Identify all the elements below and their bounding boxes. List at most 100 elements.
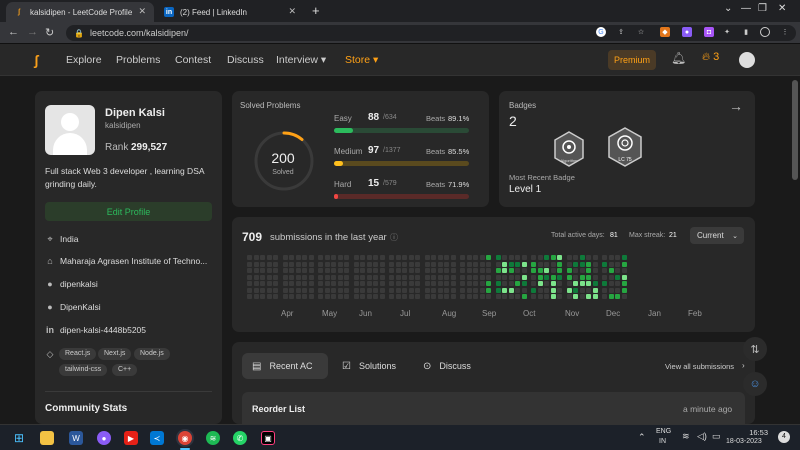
- heatmap-cell[interactable]: [424, 261, 430, 267]
- heatmap-cell[interactable]: [544, 287, 549, 293]
- heatmap-cell[interactable]: [602, 268, 607, 273]
- heatmap-cell[interactable]: [608, 281, 614, 286]
- heatmap-cell[interactable]: [466, 274, 472, 280]
- heatmap-cell[interactable]: [437, 268, 443, 273]
- heatmap-cell[interactable]: [550, 255, 556, 260]
- view-all-submissions-link[interactable]: View all submissions: [665, 362, 734, 371]
- heatmap-cell[interactable]: [466, 294, 472, 299]
- heatmap-cell[interactable]: [344, 268, 349, 273]
- heatmap-cell[interactable]: [395, 255, 401, 260]
- heatmap-cell[interactable]: [592, 294, 598, 299]
- info-icon[interactable]: ⓘ: [390, 232, 398, 243]
- heatmap-cell[interactable]: [450, 268, 456, 273]
- heatmap-cell[interactable]: [579, 294, 585, 299]
- heatmap-cell[interactable]: [379, 274, 385, 280]
- heatmap-cell[interactable]: [408, 255, 414, 260]
- heatmap-cell[interactable]: [424, 294, 430, 299]
- heatmap-cell[interactable]: [295, 261, 301, 267]
- heatmap-cell[interactable]: [260, 281, 265, 286]
- heatmap-cell[interactable]: [592, 261, 598, 267]
- heatmap-cell[interactable]: [537, 268, 543, 273]
- heatmap-cell[interactable]: [344, 281, 349, 286]
- heatmap-cell[interactable]: [373, 281, 378, 286]
- heatmap-cell[interactable]: [353, 281, 359, 286]
- heatmap-cell[interactable]: [253, 255, 259, 260]
- heatmap-cell[interactable]: [360, 274, 365, 280]
- github-link[interactable]: dipenkalsi: [60, 279, 98, 289]
- heatmap-cell[interactable]: [486, 255, 491, 260]
- heatmap-cell[interactable]: [318, 268, 323, 273]
- forward-icon[interactable]: →: [27, 26, 38, 38]
- heatmap-cell[interactable]: [431, 281, 436, 286]
- heatmap-cell[interactable]: [466, 255, 472, 260]
- heatmap-cell[interactable]: [460, 294, 465, 299]
- heatmap-cell[interactable]: [586, 268, 591, 273]
- star-icon[interactable]: ☆: [636, 27, 646, 37]
- heatmap-cell[interactable]: [608, 268, 614, 273]
- heatmap-cell[interactable]: [544, 268, 549, 273]
- heatmap-cell[interactable]: [302, 268, 307, 273]
- heatmap-cell[interactable]: [450, 261, 456, 267]
- heatmap-cell[interactable]: [479, 294, 485, 299]
- heatmap-cell[interactable]: [502, 287, 507, 293]
- heatmap-cell[interactable]: [282, 274, 288, 280]
- file-explorer-icon[interactable]: [40, 431, 54, 445]
- heatmap-cell[interactable]: [550, 294, 556, 299]
- heatmap-cell[interactable]: [402, 268, 407, 273]
- heatmap-cell[interactable]: [479, 281, 485, 286]
- heatmap-cell[interactable]: [295, 274, 301, 280]
- google-icon[interactable]: G: [596, 27, 606, 37]
- heatmap-cell[interactable]: [531, 274, 536, 280]
- spotify-icon[interactable]: ≋: [206, 431, 220, 445]
- heatmap-cell[interactable]: [331, 287, 336, 293]
- clock-time[interactable]: 16:53: [732, 428, 768, 437]
- heatmap-cell[interactable]: [557, 261, 562, 267]
- heatmap-cell[interactable]: [389, 281, 394, 286]
- streak-counter[interactable]: 🔥︎ 3: [702, 51, 719, 64]
- heatmap-cell[interactable]: [557, 281, 562, 286]
- heatmap-cell[interactable]: [450, 255, 456, 260]
- heatmap-cell[interactable]: [515, 287, 520, 293]
- heatmap-cell[interactable]: [579, 274, 585, 280]
- heatmap-cell[interactable]: [444, 255, 449, 260]
- heatmap-cell[interactable]: [460, 261, 465, 267]
- heatmap-cell[interactable]: [486, 261, 491, 267]
- heatmap-cell[interactable]: [537, 287, 543, 293]
- list-item[interactable]: Reorder List a minute ago: [242, 392, 745, 424]
- chevron-right-icon[interactable]: ›: [742, 361, 745, 370]
- heatmap-cell[interactable]: [450, 274, 456, 280]
- heatmap-cell[interactable]: [308, 294, 314, 299]
- heatmap-cell[interactable]: [537, 261, 543, 267]
- heatmap-cell[interactable]: [308, 274, 314, 280]
- heatmap-cell[interactable]: [608, 255, 614, 260]
- heatmap-cell[interactable]: [621, 281, 627, 286]
- heatmap-cell[interactable]: [373, 287, 378, 293]
- heatmap-cell[interactable]: [615, 281, 620, 286]
- heatmap-cell[interactable]: [331, 261, 336, 267]
- heatmap-cell[interactable]: [366, 261, 372, 267]
- heatmap-cell[interactable]: [295, 294, 301, 299]
- heatmap-cell[interactable]: [573, 281, 578, 286]
- heatmap-cell[interactable]: [544, 261, 549, 267]
- heatmap-cell[interactable]: [550, 287, 556, 293]
- heatmap-cell[interactable]: [508, 261, 514, 267]
- heatmap-cell[interactable]: [592, 274, 598, 280]
- heatmap-cell[interactable]: [479, 261, 485, 267]
- heatmap-cell[interactable]: [282, 255, 288, 260]
- heatmap-cell[interactable]: [515, 281, 520, 286]
- clock-date[interactable]: 18-03-2023: [726, 438, 762, 445]
- heatmap-cell[interactable]: [353, 287, 359, 293]
- speaker-icon[interactable]: ◁): [697, 431, 707, 442]
- skill-tag[interactable]: C++: [112, 364, 138, 376]
- heatmap-cell[interactable]: [247, 274, 252, 280]
- heatmap-cell[interactable]: [579, 268, 585, 273]
- heatmap-cell[interactable]: [260, 255, 265, 260]
- windows-start-icon[interactable]: ⊞: [12, 431, 26, 445]
- tab-recent-ac[interactable]: ▤ Recent AC: [242, 353, 328, 379]
- heatmap-cell[interactable]: [308, 268, 314, 273]
- switch-layout-icon[interactable]: ⇅: [743, 337, 767, 361]
- heatmap-cell[interactable]: [373, 274, 378, 280]
- heatmap-cell[interactable]: [521, 287, 527, 293]
- heatmap-cell[interactable]: [266, 294, 272, 299]
- heatmap-cell[interactable]: [424, 255, 430, 260]
